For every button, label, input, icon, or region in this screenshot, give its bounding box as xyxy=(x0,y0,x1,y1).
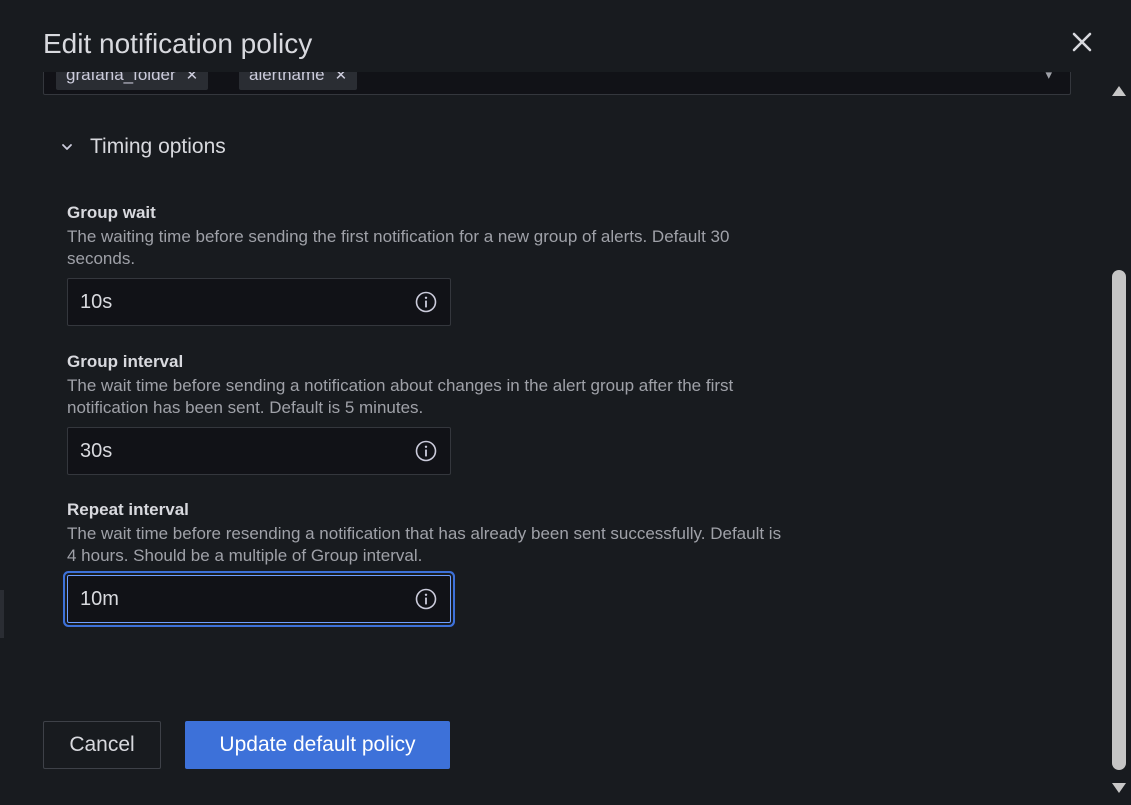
group-interval-field: Group interval The wait time before send… xyxy=(67,351,787,475)
drawer-content: grafana_folder ✕ alertname ✕ ▾ Timing op… xyxy=(0,72,1105,805)
repeat-interval-input-wrapper xyxy=(67,575,451,623)
field-label: Group interval xyxy=(67,352,184,371)
info-icon[interactable] xyxy=(415,440,437,462)
drawer-header: Edit notification policy xyxy=(0,0,1131,72)
group-by-multiselect[interactable]: grafana_folder ✕ alertname ✕ ▾ xyxy=(43,72,1071,95)
group-wait-input[interactable] xyxy=(68,279,398,325)
chip-remove-icon[interactable]: ✕ xyxy=(186,72,199,84)
chevron-down-icon[interactable]: ▾ xyxy=(1045,72,1052,83)
scroll-up-arrow-icon[interactable] xyxy=(1112,86,1126,96)
group-by-chip: alertname ✕ xyxy=(239,72,358,90)
chevron-down-icon xyxy=(62,144,72,150)
page-title: Edit notification policy xyxy=(43,28,313,59)
section-title: Timing options xyxy=(90,135,226,158)
chip-label: grafana_folder xyxy=(66,72,176,84)
scroll-down-arrow-icon[interactable] xyxy=(1112,783,1126,793)
chip-remove-icon[interactable]: ✕ xyxy=(335,72,348,84)
update-default-policy-button[interactable]: Update default policy xyxy=(185,721,450,769)
info-icon[interactable] xyxy=(415,291,437,313)
repeat-interval-input[interactable] xyxy=(68,576,398,622)
field-description: The wait time before sending a notificat… xyxy=(67,376,734,417)
group-wait-input-wrapper xyxy=(67,278,451,326)
field-label: Repeat interval xyxy=(67,500,189,519)
info-icon[interactable] xyxy=(415,588,437,610)
chip-label: alertname xyxy=(249,72,325,84)
field-label: Group wait xyxy=(67,203,156,222)
scrollbar-thumb[interactable] xyxy=(1112,270,1126,770)
repeat-interval-field: Repeat interval The wait time before res… xyxy=(67,499,787,623)
field-description: The wait time before resending a notific… xyxy=(67,524,782,565)
group-interval-input[interactable] xyxy=(68,428,398,474)
edit-policy-drawer: grafana_folder ✕ alertname ✕ ▾ Timing op… xyxy=(0,0,1131,805)
group-interval-input-wrapper xyxy=(67,427,451,475)
cancel-button[interactable]: Cancel xyxy=(43,721,161,769)
close-icon[interactable] xyxy=(1068,28,1096,56)
timing-options-toggle[interactable]: Timing options xyxy=(60,132,226,162)
group-wait-field: Group wait The waiting time before sendi… xyxy=(67,202,787,326)
field-description: The waiting time before sending the firs… xyxy=(67,227,730,268)
group-by-chip: grafana_folder ✕ xyxy=(56,72,209,90)
